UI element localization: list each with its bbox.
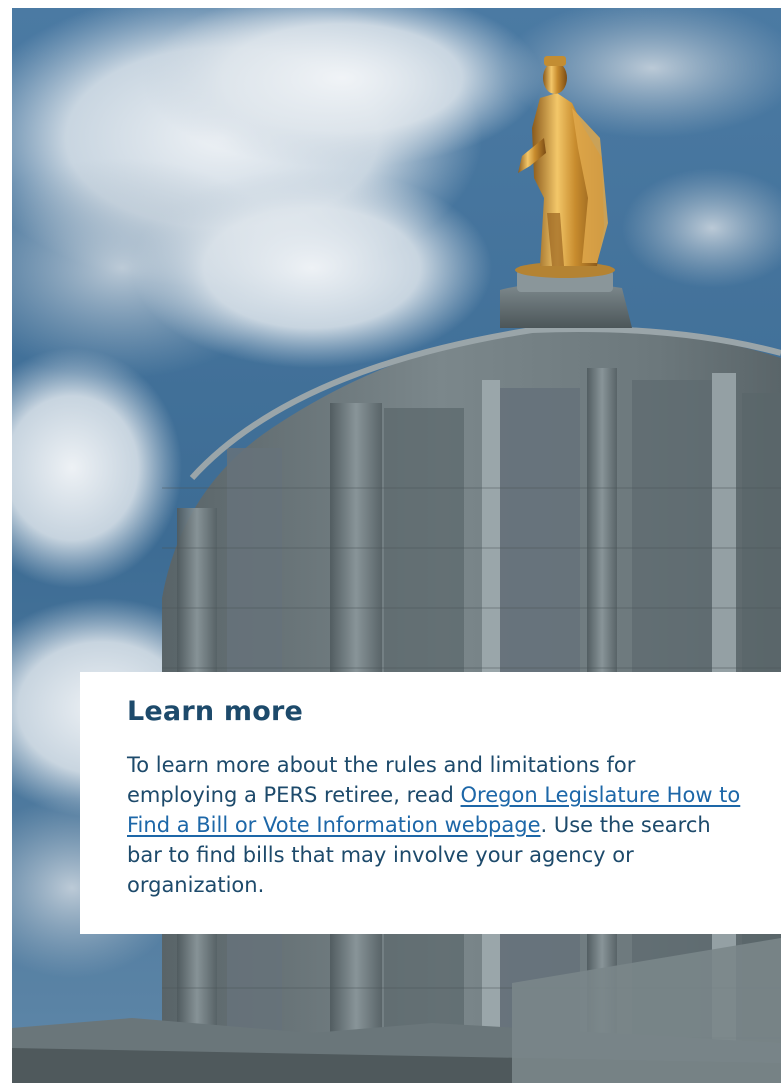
learn-more-text: To learn more about the rules and limita… xyxy=(127,750,747,900)
page: Learn more To learn more about the rules… xyxy=(0,0,781,1083)
learn-more-card: Learn more To learn more about the rules… xyxy=(80,672,781,934)
learn-more-title: Learn more xyxy=(127,696,303,727)
